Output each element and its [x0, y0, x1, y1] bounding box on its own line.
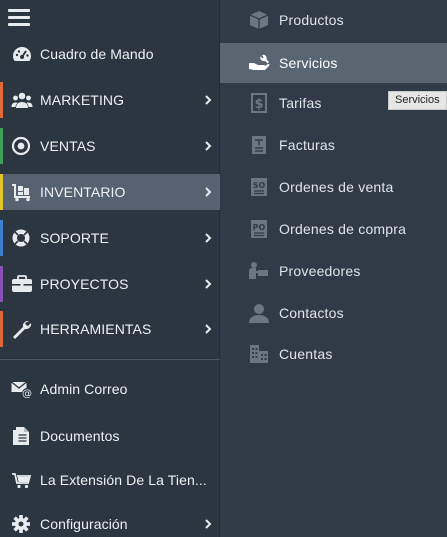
submenu-item-label: Ordenes de compra — [279, 221, 407, 237]
box-icon — [249, 11, 269, 29]
sidebar-item-marketing[interactable]: MARKETING — [0, 82, 220, 118]
chevron-right-icon — [205, 279, 212, 289]
category-color-bar — [0, 128, 3, 164]
submenu-item-label: Proveedores — [279, 263, 361, 279]
chevron-right-icon — [205, 141, 212, 151]
sidebar-item-label: VENTAS — [40, 138, 96, 154]
submenu-item-label: Servicios — [279, 55, 338, 71]
sidebar-item-herramientas[interactable]: HERRAMIENTAS — [0, 311, 220, 347]
lifebuoy-icon — [12, 229, 30, 247]
sidebar-item-label: La Extensión De La Tien... — [40, 472, 207, 488]
price-tag-icon: $ — [251, 93, 267, 113]
submenu-item-productos[interactable]: Productos — [220, 0, 447, 40]
sidebar-item-configuracion[interactable]: Configuración — [0, 506, 220, 537]
submenu-item-label: Cuentas — [279, 346, 333, 362]
sidebar-section-divider — [0, 359, 220, 360]
submenu-item-servicios[interactable]: Servicios — [220, 43, 447, 83]
submenu-item-proveedores[interactable]: Proveedores — [220, 251, 447, 291]
shopping-cart-icon — [12, 473, 32, 489]
sidebar-item-dashboard[interactable]: Cuadro de Mando — [0, 36, 220, 72]
sidebar-item-admin-correo[interactable]: @ Admin Correo — [0, 371, 220, 407]
hamburger-icon[interactable] — [8, 9, 30, 27]
submenu-item-facturas[interactable]: Facturas — [220, 125, 447, 165]
chevron-right-icon — [205, 95, 212, 105]
submenu-item-contactos[interactable]: Contactos — [220, 293, 447, 333]
tooltip: Servicios — [388, 91, 447, 110]
purchase-order-icon: PO — [251, 220, 267, 238]
sidebar-item-soporte[interactable]: SOPORTE — [0, 220, 220, 256]
contact-icon — [249, 304, 269, 323]
category-color-bar — [0, 220, 3, 256]
sidebar-item-documentos[interactable]: Documentos — [0, 418, 220, 454]
document-icon — [13, 427, 29, 445]
sidebar-item-label: PROYECTOS — [40, 276, 129, 292]
building-icon — [250, 345, 268, 363]
submenu-item-ordenes-compra[interactable]: PO Ordenes de compra — [220, 209, 447, 249]
category-color-bar — [0, 82, 3, 118]
sidebar-item-proyectos[interactable]: PROYECTOS — [0, 266, 220, 302]
users-icon — [11, 92, 33, 108]
sidebar-item-label: Documentos — [40, 428, 120, 444]
mail-at-icon: @ — [11, 381, 32, 400]
invoice-icon — [252, 136, 266, 154]
sidebar-item-label: Cuadro de Mando — [40, 46, 154, 62]
target-icon — [11, 136, 31, 156]
svg-text:$: $ — [254, 97, 263, 112]
sales-order-icon: SO — [251, 178, 267, 196]
submenu-item-cuentas[interactable]: Cuentas — [220, 334, 447, 374]
chevron-right-icon — [205, 519, 212, 529]
submenu-item-ordenes-venta[interactable]: SO Ordenes de venta — [220, 167, 447, 207]
sidebar-item-label: HERRAMIENTAS — [40, 321, 152, 337]
sidebar-item-label: Admin Correo — [40, 381, 128, 397]
gear-icon — [12, 515, 30, 533]
chevron-right-icon — [205, 324, 212, 334]
sidebar-item-label: Configuración — [40, 516, 128, 532]
submenu-item-label: Tarifas — [279, 95, 322, 111]
dashboard-icon — [13, 47, 31, 61]
category-color-bar — [0, 266, 3, 302]
supplier-icon — [249, 262, 268, 279]
sidebar-item-ventas[interactable]: VENTAS — [0, 128, 220, 164]
submenu-item-label: Ordenes de venta — [279, 179, 394, 195]
svg-text:PO: PO — [253, 223, 266, 232]
sidebar-item-extension[interactable]: La Extensión De La Tien... — [0, 462, 220, 498]
category-color-bar — [0, 311, 3, 347]
submenu-item-label: Facturas — [279, 137, 336, 153]
sidebar-item-label: INVENTARIO — [40, 184, 126, 200]
submenu-item-label: Productos — [279, 12, 344, 28]
sidebar-item-label: MARKETING — [40, 92, 125, 108]
submenu-item-label: Contactos — [279, 305, 344, 321]
sidebar-item-inventario[interactable]: INVENTARIO — [0, 174, 220, 210]
chevron-right-icon — [205, 233, 212, 243]
sidebar-item-label: SOPORTE — [40, 230, 109, 246]
briefcase-icon — [12, 275, 32, 292]
cart-dolly-icon — [12, 184, 30, 202]
category-color-bar — [0, 174, 3, 210]
svg-text:SO: SO — [253, 181, 266, 190]
hand-wrench-icon — [249, 54, 270, 70]
wrench-icon — [13, 320, 32, 339]
svg-text:@: @ — [22, 389, 32, 400]
chevron-right-icon — [205, 187, 212, 197]
